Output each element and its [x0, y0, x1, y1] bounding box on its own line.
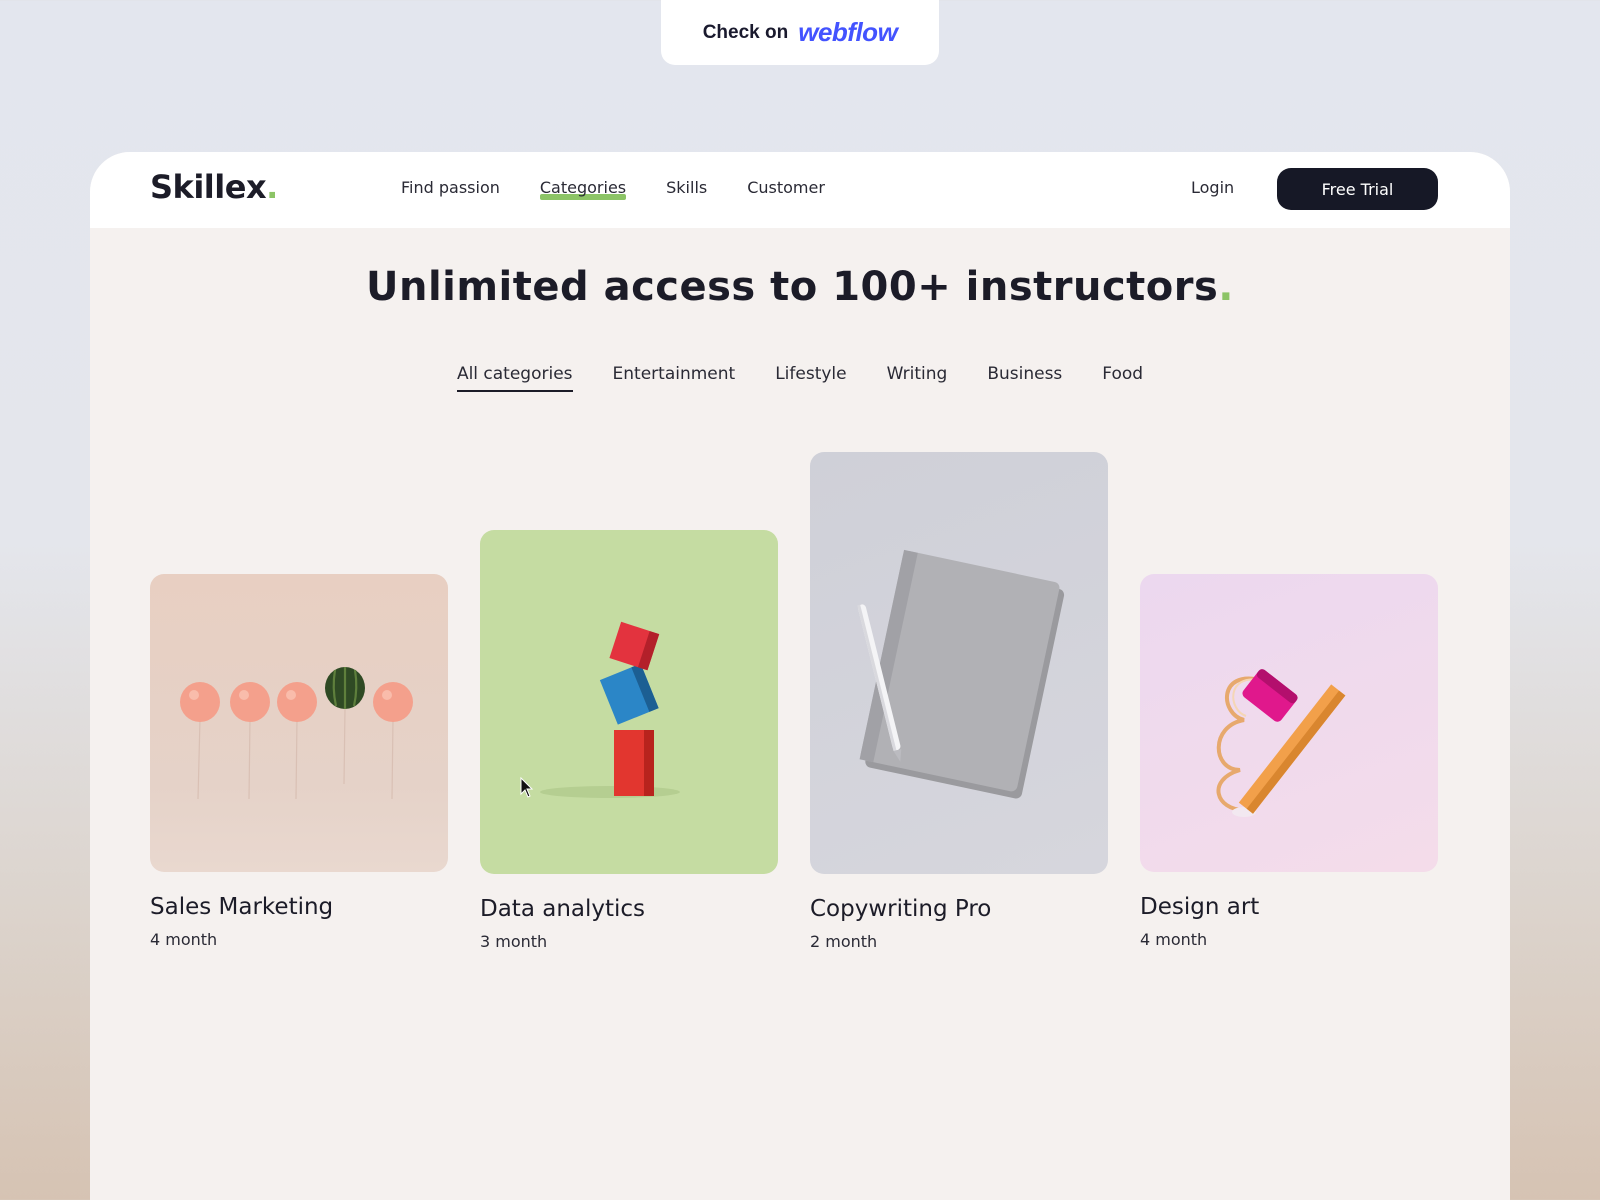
course-duration: 4 month: [1140, 930, 1208, 949]
course-title: Copywriting Pro: [810, 896, 992, 922]
tab-all-categories[interactable]: All categories: [456, 364, 573, 392]
course-title: Design art: [1140, 894, 1260, 920]
notebook-pen-image: [810, 452, 1108, 874]
nav-link-categories[interactable]: Categories: [539, 178, 627, 200]
free-trial-button[interactable]: Free Trial: [1277, 168, 1438, 210]
tab-entertainment[interactable]: Entertainment: [613, 364, 736, 392]
mouse-cursor-icon: [520, 777, 534, 798]
page-title: Unlimited access to 100+ instructors.: [90, 264, 1510, 310]
pencil-sharpener-image: [1140, 574, 1438, 872]
tab-writing[interactable]: Writing: [887, 364, 948, 392]
logo-text: Skillex: [150, 168, 267, 206]
course-card-copywriting-pro[interactable]: Copywriting Pro 2 month: [810, 452, 1108, 951]
logo-dot: .: [266, 168, 278, 206]
tab-food[interactable]: Food: [1102, 364, 1143, 392]
nav-link-find-passion[interactable]: Find passion: [401, 178, 500, 197]
tab-lifestyle[interactable]: Lifestyle: [775, 364, 846, 392]
course-card-design-art[interactable]: Design art 4 month: [1140, 574, 1438, 949]
tab-business[interactable]: Business: [987, 364, 1062, 392]
webflow-badge[interactable]: Check on webflow: [661, 0, 939, 65]
site-frame: Skillex. Find passion Categories Skills …: [90, 152, 1510, 1200]
course-duration: 4 month: [150, 930, 218, 949]
course-duration: 2 month: [810, 932, 878, 951]
nav-link-customer[interactable]: Customer: [747, 178, 825, 197]
badge-label: Check on: [702, 21, 789, 43]
nav-links: Find passion Categories Skills Customer: [401, 178, 825, 200]
course-card-data-analytics[interactable]: Data analytics 3 month: [480, 530, 778, 951]
stacked-blocks-image: [480, 530, 778, 874]
balloons-watermelon-image: [150, 574, 448, 872]
course-duration: 3 month: [480, 932, 548, 951]
login-link[interactable]: Login: [1191, 178, 1234, 197]
course-title: Sales Marketing: [150, 894, 334, 920]
course-title: Data analytics: [480, 896, 646, 922]
headline-dot: .: [1218, 264, 1234, 310]
headline-text: Unlimited access to 100+ instructors: [366, 264, 1219, 310]
webflow-logo: webflow: [798, 17, 898, 47]
logo[interactable]: Skillex.: [150, 168, 278, 206]
navbar: Skillex. Find passion Categories Skills …: [90, 152, 1510, 228]
course-card-sales-marketing[interactable]: Sales Marketing 4 month: [150, 574, 448, 949]
nav-link-skills[interactable]: Skills: [666, 178, 707, 197]
category-tabs: All categories Entertainment Lifestyle W…: [90, 364, 1510, 392]
